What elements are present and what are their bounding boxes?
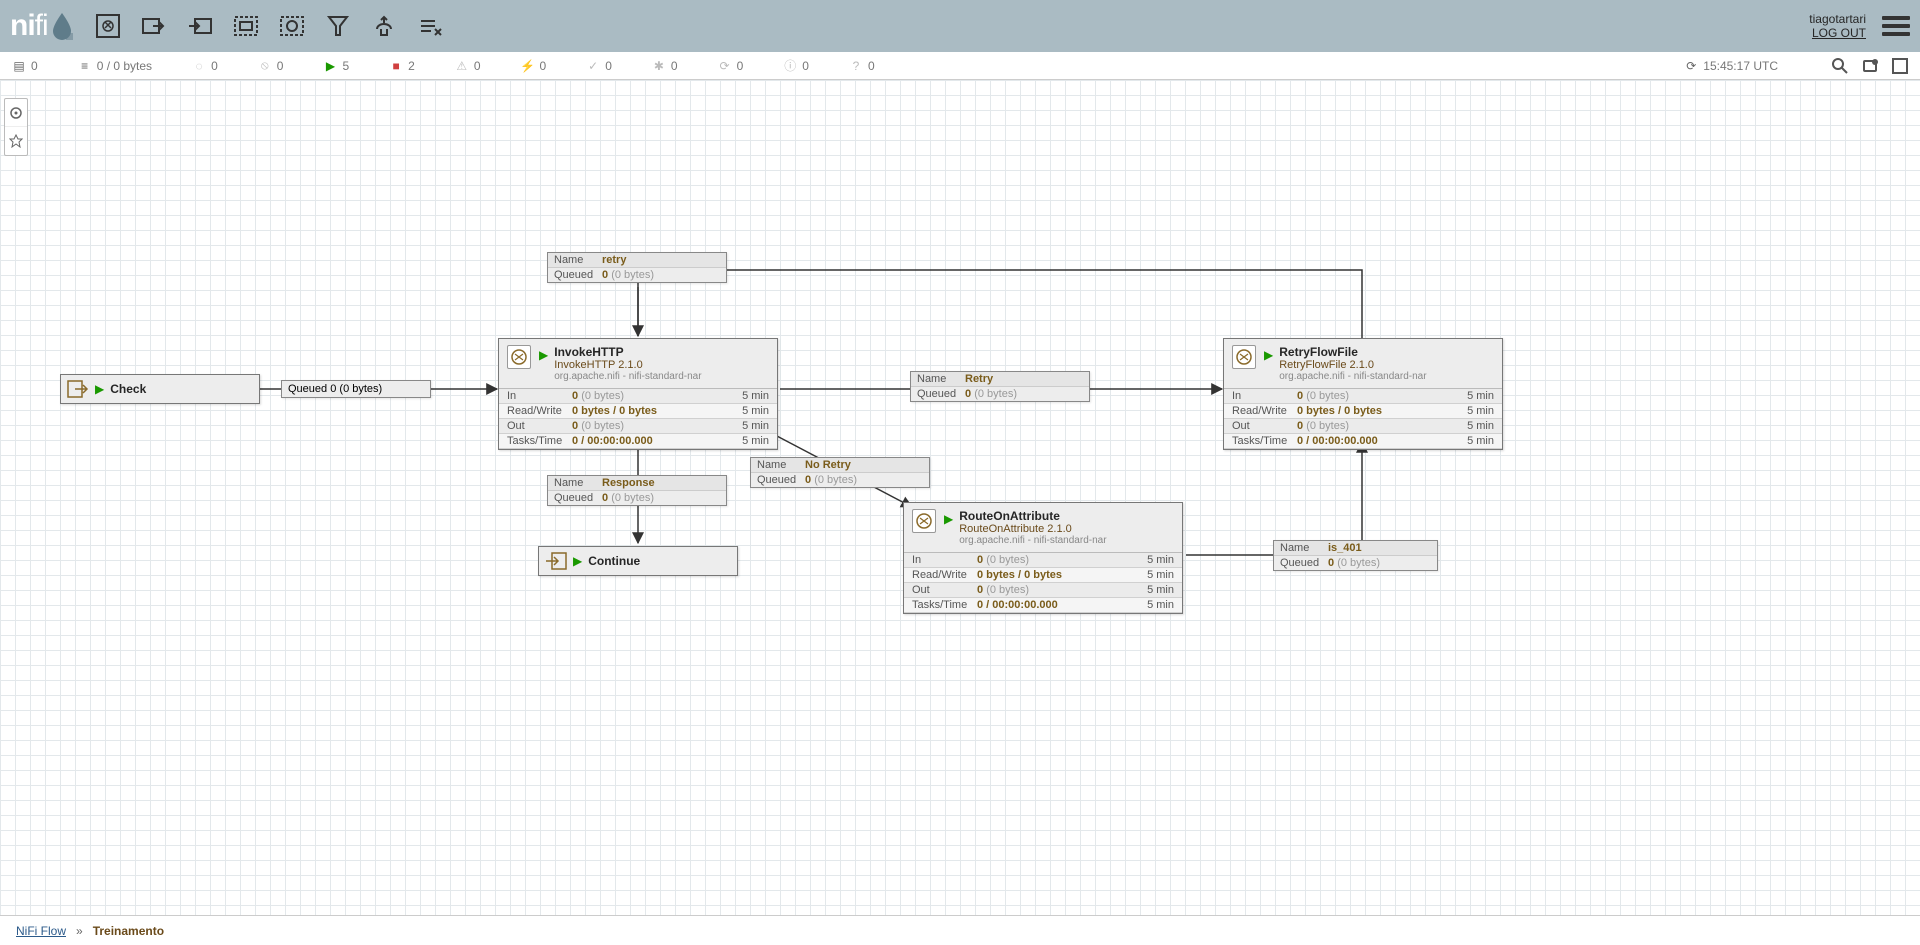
invalid-icon: ⚠: [455, 59, 469, 73]
play-icon: ▶: [95, 382, 104, 396]
disabled-icon: ⚡: [521, 59, 535, 73]
processor-title: RetryFlowFile: [1279, 345, 1426, 359]
logo-text: nifi: [10, 9, 48, 43]
stat-not-transmitting: ⦸0: [258, 59, 284, 73]
play-icon: ▶: [1264, 348, 1273, 362]
drag-processor-icon[interactable]: [94, 12, 122, 40]
drag-funnel-icon[interactable]: [324, 12, 352, 40]
stat-uptodate: ✓0: [586, 59, 612, 73]
threads-icon: ▤: [12, 59, 26, 73]
palette-navigate[interactable]: [5, 99, 27, 127]
connection-retry-top[interactable]: Nameretry Queued0 (0 bytes): [547, 252, 727, 283]
drag-remote-group-icon[interactable]: [278, 12, 306, 40]
logout-link[interactable]: LOG OUT: [1809, 26, 1866, 40]
drag-label-icon[interactable]: [416, 12, 444, 40]
port-name: Check: [110, 382, 146, 396]
input-port-icon: [67, 380, 89, 398]
drag-process-group-icon[interactable]: [232, 12, 260, 40]
processor-bundle: org.apache.nifi - nifi-standard-nar: [1279, 371, 1426, 382]
stat-transmitting: ◌0: [192, 59, 218, 73]
output-port-continue[interactable]: ▶ Continue: [538, 546, 738, 576]
processor-type: RouteOnAttribute 2.1.0: [959, 523, 1106, 535]
fullscreen-button[interactable]: [1892, 58, 1908, 74]
stat-unknown: ?0: [849, 59, 875, 73]
play-icon: ▶: [539, 348, 548, 362]
stat-refresh-time[interactable]: ⟳15:45:17 UTC: [1684, 59, 1778, 73]
sync-fail-icon: ⓘ: [783, 59, 797, 73]
processor-icon: [507, 345, 531, 369]
port-name: Continue: [588, 554, 640, 568]
processor-icon: [912, 509, 936, 533]
unknown-icon: ?: [849, 59, 863, 73]
connection-is-401[interactable]: Nameis_401 Queued0 (0 bytes): [1273, 540, 1438, 571]
header-toolbar: nifi tiagotartari LOG OUT: [0, 0, 1920, 52]
processor-invokehttp[interactable]: ▶ InvokeHTTP InvokeHTTP 2.1.0 org.apache…: [498, 338, 778, 450]
stat-invalid: ⚠0: [455, 59, 481, 73]
user-block: tiagotartari LOG OUT: [1809, 12, 1866, 40]
local-mod-icon: ✱: [652, 59, 666, 73]
username: tiagotartari: [1809, 12, 1866, 26]
logo-drop-icon: [50, 11, 74, 41]
breadcrumb-root[interactable]: NiFi Flow: [16, 924, 66, 938]
connection-response[interactable]: NameResponse Queued0 (0 bytes): [547, 475, 727, 506]
stat-stopped: ■2: [389, 59, 415, 73]
transmit-icon: ◌: [192, 59, 206, 73]
global-menu-button[interactable]: [1882, 12, 1910, 40]
processor-title: InvokeHTTP: [554, 345, 701, 359]
refresh-icon: ⟳: [1684, 59, 1698, 73]
output-port-icon: [545, 552, 567, 570]
flow-canvas[interactable]: ▶ Check ▶ Continue ▶ InvokeHTTP InvokeHT…: [0, 80, 1920, 915]
drag-input-port-icon[interactable]: [140, 12, 168, 40]
stat-running: ▶5: [323, 59, 349, 73]
processor-icon: [1232, 345, 1256, 369]
stat-locally-mod: ✱0: [652, 59, 678, 73]
breadcrumb-sep: »: [76, 924, 83, 938]
drag-output-port-icon[interactable]: [186, 12, 214, 40]
stat-queue: ≡0 / 0 bytes: [78, 59, 152, 73]
processor-type: RetryFlowFile 2.1.0: [1279, 359, 1426, 371]
processor-type: InvokeHTTP 2.1.0: [554, 359, 701, 371]
bulletin-button[interactable]: [1862, 58, 1878, 74]
processor-routeonattribute[interactable]: ▶ RouteOnAttribute RouteOnAttribute 2.1.…: [903, 502, 1183, 614]
operate-palette: [4, 98, 28, 156]
connection-retry-side[interactable]: NameRetry Queued0 (0 bytes): [910, 371, 1090, 402]
breadcrumb-current: Treinamento: [93, 924, 164, 938]
play-icon: ▶: [944, 512, 953, 526]
processor-title: RouteOnAttribute: [959, 509, 1106, 523]
connection-no-retry[interactable]: NameNo Retry Queued0 (0 bytes): [750, 457, 930, 488]
queue-icon: ≡: [78, 59, 92, 73]
stat-stale: ⟳0: [718, 59, 744, 73]
stale-icon: ⟳: [718, 59, 732, 73]
processor-bundle: org.apache.nifi - nifi-standard-nar: [554, 371, 701, 382]
no-transmit-icon: ⦸: [258, 59, 272, 73]
stopped-icon: ■: [389, 59, 403, 73]
running-icon: ▶: [323, 59, 337, 73]
search-button[interactable]: [1832, 58, 1848, 74]
connection-queued[interactable]: Queued 0 (0 bytes): [281, 380, 431, 398]
drag-template-icon[interactable]: [370, 12, 398, 40]
processor-bundle: org.apache.nifi - nifi-standard-nar: [959, 535, 1106, 546]
breadcrumb: NiFi Flow » Treinamento: [0, 915, 1920, 945]
play-icon: ▶: [573, 554, 582, 568]
nifi-logo[interactable]: nifi: [10, 9, 74, 43]
uptodate-icon: ✓: [586, 59, 600, 73]
stat-active-threads: ▤0: [12, 59, 38, 73]
stat-disabled: ⚡0: [521, 59, 547, 73]
palette-operate[interactable]: [5, 127, 27, 155]
status-bar: ▤0 ≡0 / 0 bytes ◌0 ⦸0 ▶5 ■2 ⚠0 ⚡0 ✓0 ✱0 …: [0, 52, 1920, 80]
stat-sync-fail: ⓘ0: [783, 59, 809, 73]
processor-retryflowfile[interactable]: ▶ RetryFlowFile RetryFlowFile 2.1.0 org.…: [1223, 338, 1503, 450]
input-port-check[interactable]: ▶ Check: [60, 374, 260, 404]
